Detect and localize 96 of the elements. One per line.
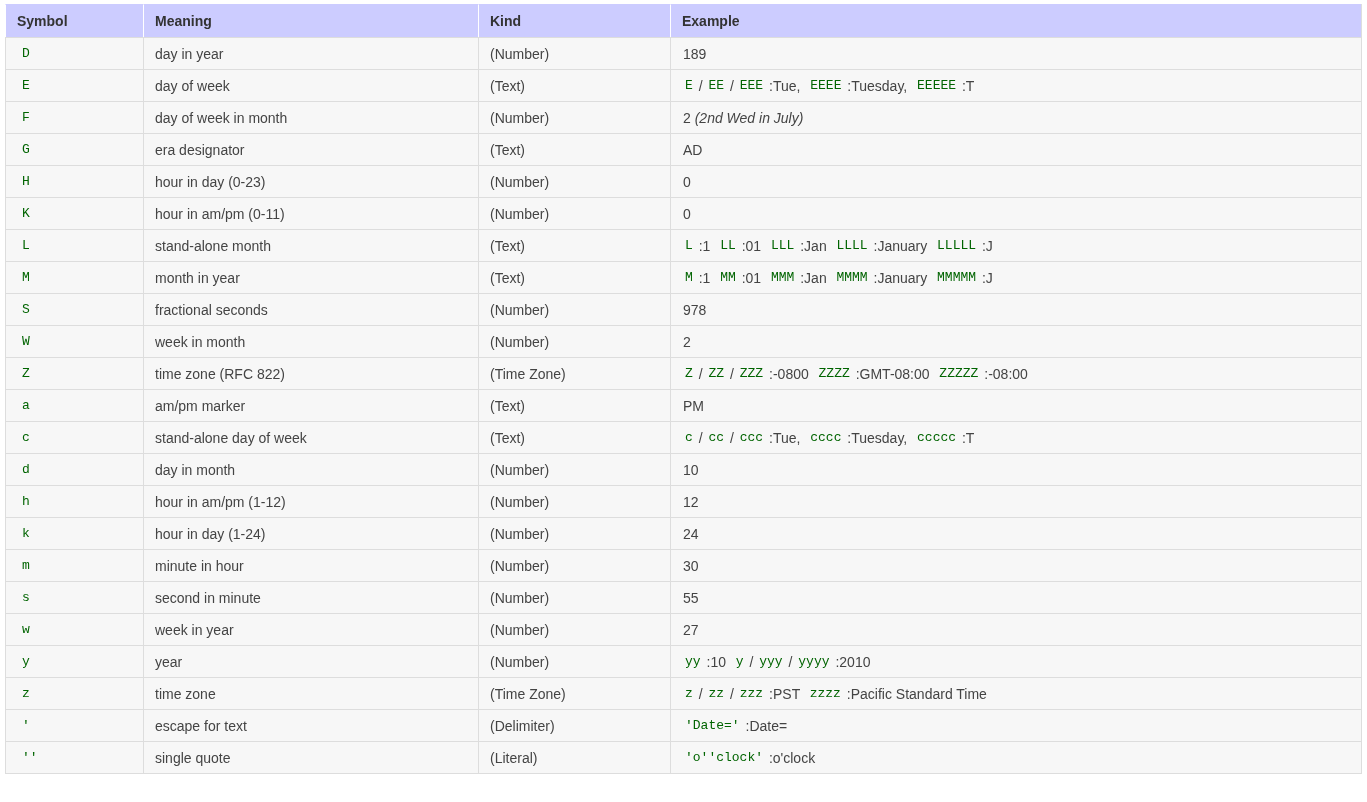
symbol-cell: h (5, 485, 143, 517)
example-cell: 2 (670, 325, 1361, 357)
column-header: Example (670, 4, 1361, 37)
example-cell: 2 (2nd Wed in July) (670, 101, 1361, 133)
symbol-cell: a (5, 389, 143, 421)
symbol-cell: c (5, 421, 143, 453)
meaning-cell: day in month (143, 453, 478, 485)
meaning-cell: month in year (143, 261, 478, 293)
symbol-cell: k (5, 517, 143, 549)
meaning-cell: day in year (143, 37, 478, 69)
column-header: Meaning (143, 4, 478, 37)
example-cell: M :1 MM :01 MMM :Jan MMMM :January MMMMM :J (670, 261, 1361, 293)
kind-cell: (Time Zone) (478, 677, 670, 709)
example-cell: 12 (670, 485, 1361, 517)
example-cell: Z / ZZ / ZZZ :-0800 ZZZZ :GMT-08:00 ZZZZZ :-08:00 (670, 357, 1361, 389)
example-cell: z / zz / zzz :PST zzzz :Pacific Standard Time (670, 677, 1361, 709)
meaning-cell: time zone (RFC 822) (143, 357, 478, 389)
meaning-cell: era designator (143, 133, 478, 165)
column-header: Kind (478, 4, 670, 37)
example-cell: 24 (670, 517, 1361, 549)
symbol-cell: z (5, 677, 143, 709)
example-cell: PM (670, 389, 1361, 421)
kind-cell: (Literal) (478, 741, 670, 773)
meaning-cell: time zone (143, 677, 478, 709)
meaning-cell: fractional seconds (143, 293, 478, 325)
kind-cell: (Number) (478, 453, 670, 485)
meaning-cell: week in year (143, 613, 478, 645)
meaning-cell: hour in am/pm (1-12) (143, 485, 478, 517)
column-header: Symbol (5, 4, 143, 37)
meaning-cell: hour in day (1-24) (143, 517, 478, 549)
example-cell: yy :10 y / yyy / yyyy :2010 (670, 645, 1361, 677)
meaning-cell: escape for text (143, 709, 478, 741)
symbol-cell: y (5, 645, 143, 677)
example-cell: 978 (670, 293, 1361, 325)
meaning-cell: minute in hour (143, 549, 478, 581)
kind-cell: (Text) (478, 133, 670, 165)
kind-cell: (Number) (478, 517, 670, 549)
symbol-cell: ' (5, 709, 143, 741)
kind-cell: (Number) (478, 549, 670, 581)
symbol-cell: D (5, 37, 143, 69)
meaning-cell: day of week in month (143, 101, 478, 133)
kind-cell: (Number) (478, 613, 670, 645)
kind-cell: (Number) (478, 101, 670, 133)
symbol-cell: M (5, 261, 143, 293)
meaning-cell: hour in am/pm (0-11) (143, 197, 478, 229)
example-cell: 0 (670, 165, 1361, 197)
kind-cell: (Text) (478, 229, 670, 261)
example-cell: L :1 LL :01 LLL :Jan LLLL :January LLLLL :J (670, 229, 1361, 261)
symbol-cell: F (5, 101, 143, 133)
symbol-cell: w (5, 613, 143, 645)
symbol-cell: L (5, 229, 143, 261)
symbol-cell: m (5, 549, 143, 581)
example-cell: 55 (670, 581, 1361, 613)
symbol-cell: G (5, 133, 143, 165)
example-cell: AD (670, 133, 1361, 165)
kind-cell: (Number) (478, 645, 670, 677)
meaning-cell: single quote (143, 741, 478, 773)
meaning-cell: stand-alone day of week (143, 421, 478, 453)
example-cell: 30 (670, 549, 1361, 581)
example-cell: 27 (670, 613, 1361, 645)
symbol-cell: '' (5, 741, 143, 773)
kind-cell: (Number) (478, 485, 670, 517)
example-cell: 'o''clock' :o'clock (670, 741, 1361, 773)
kind-cell: (Number) (478, 165, 670, 197)
kind-cell: (Delimiter) (478, 709, 670, 741)
meaning-cell: year (143, 645, 478, 677)
example-cell: 'Date=' :Date= (670, 709, 1361, 741)
kind-cell: (Text) (478, 261, 670, 293)
symbol-cell: E (5, 69, 143, 101)
meaning-cell: hour in day (0-23) (143, 165, 478, 197)
symbol-cell: S (5, 293, 143, 325)
meaning-cell: week in month (143, 325, 478, 357)
symbol-cell: Z (5, 357, 143, 389)
example-cell: c / cc / ccc :Tue, cccc :Tuesday, ccccc :T (670, 421, 1361, 453)
symbol-cell: H (5, 165, 143, 197)
kind-cell: (Text) (478, 69, 670, 101)
meaning-cell: stand-alone month (143, 229, 478, 261)
example-cell: 189 (670, 37, 1361, 69)
symbol-cell: K (5, 197, 143, 229)
kind-cell: (Number) (478, 197, 670, 229)
kind-cell: (Number) (478, 293, 670, 325)
kind-cell: (Time Zone) (478, 357, 670, 389)
meaning-cell: day of week (143, 69, 478, 101)
example-cell: 0 (670, 197, 1361, 229)
kind-cell: (Text) (478, 421, 670, 453)
example-cell: E / EE / EEE :Tue, EEEE :Tuesday, EEEEE :T (670, 69, 1361, 101)
symbol-cell: s (5, 581, 143, 613)
symbol-cell: d (5, 453, 143, 485)
meaning-cell: am/pm marker (143, 389, 478, 421)
kind-cell: (Number) (478, 325, 670, 357)
example-cell: 10 (670, 453, 1361, 485)
kind-cell: (Number) (478, 37, 670, 69)
symbol-cell: W (5, 325, 143, 357)
meaning-cell: second in minute (143, 581, 478, 613)
kind-cell: (Text) (478, 389, 670, 421)
kind-cell: (Number) (478, 581, 670, 613)
